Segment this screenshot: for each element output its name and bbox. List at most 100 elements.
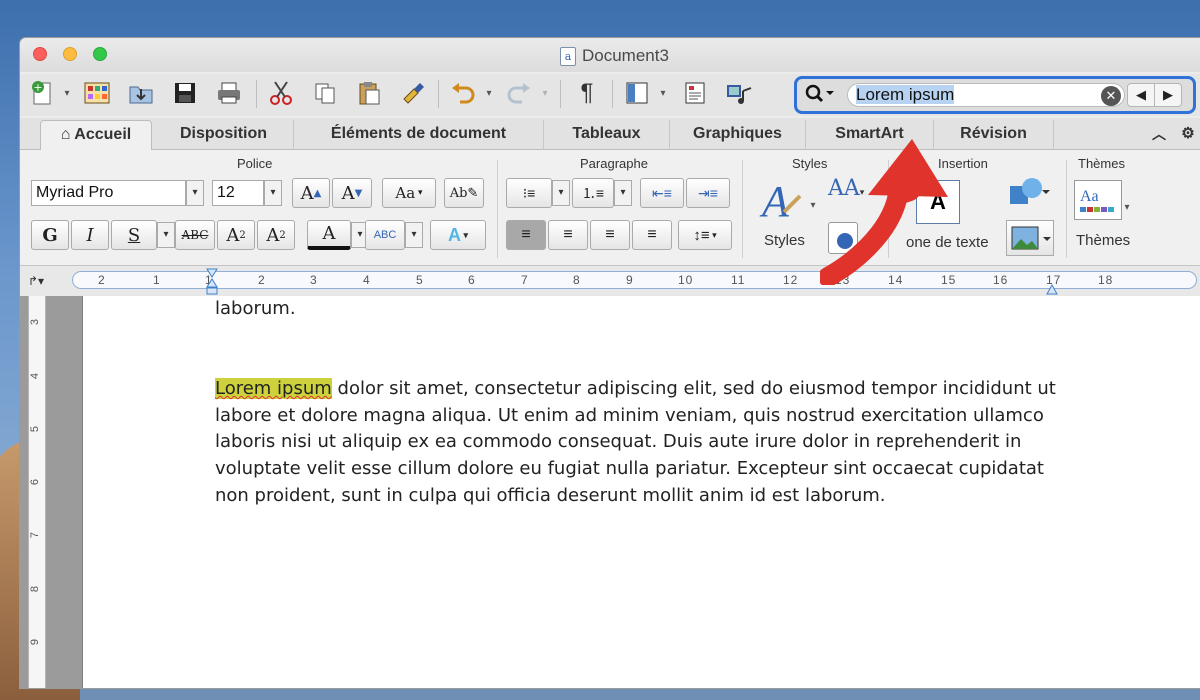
font-name-dropdown-icon[interactable]: ▾ (186, 180, 204, 206)
themes-icon[interactable]: Aa (1074, 180, 1122, 220)
paragraph-text: dolor sit amet, consectetur adipiscing e… (215, 378, 1056, 506)
search-input-value: Lorem ipsum (856, 85, 955, 104)
picture-icon[interactable] (1006, 220, 1054, 256)
collapse-ribbon-icon[interactable]: ︿ (1144, 120, 1174, 150)
tab-elements-de-document[interactable]: Éléments de document (294, 120, 544, 150)
underline-dropdown-icon[interactable]: ▾ (157, 222, 175, 248)
horizontal-ruler[interactable]: 2 1 1 2 3 4 5 6 7 8 9 10 11 12 13 14 15 16 17 18 (72, 271, 1197, 289)
toolbox-icon[interactable] (680, 78, 710, 108)
vertical-ruler-number: 5 (29, 425, 42, 433)
undo-dropdown-icon[interactable]: ▾ (482, 78, 496, 108)
vertical-ruler-number: 6 (29, 478, 42, 486)
group-separator (742, 160, 743, 258)
tab-disposition[interactable]: Disposition (154, 120, 294, 150)
search-input[interactable]: Lorem ipsum (847, 83, 1125, 107)
justify-icon[interactable]: ≡ (632, 220, 672, 250)
shapes-icon[interactable] (1008, 176, 1052, 208)
home-icon: ⌂ (60, 126, 75, 143)
styles-gallery-icon[interactable]: A (758, 172, 808, 226)
bold-icon[interactable]: G (31, 220, 69, 250)
ruler-row: ↱▾ 2 1 1 2 3 4 5 6 7 8 9 10 11 12 13 14 15 16 17 18 (20, 266, 1200, 296)
new-document-dropdown-icon[interactable]: ▾ (60, 78, 74, 108)
strikethrough-icon[interactable]: ABC (175, 220, 215, 250)
text-effects-icon[interactable]: A ▾ (430, 220, 486, 250)
ruler-number: 12 (783, 273, 799, 287)
vertical-ruler[interactable]: 3 4 5 6 7 8 9 (28, 296, 46, 688)
highlight-icon[interactable]: ABC (365, 220, 405, 250)
group-separator (497, 160, 498, 258)
numbering-icon[interactable]: ⒈≡ (572, 178, 614, 208)
tab-selector-icon[interactable]: ↱▾ (28, 274, 44, 288)
line-spacing-icon[interactable]: ↕≡ ▾ (678, 220, 732, 250)
copy-icon[interactable] (310, 78, 340, 108)
themes-dropdown-icon[interactable]: ▾ (1120, 192, 1134, 222)
tab-graphiques[interactable]: Graphiques (670, 120, 806, 150)
ruler-number: 7 (521, 273, 529, 287)
tab-accueil[interactable]: ⌂ Accueil (40, 120, 152, 150)
previous-result-button[interactable]: ◀ (1127, 83, 1155, 107)
numbering-dropdown-icon[interactable]: ▾ (614, 180, 632, 206)
gallery-icon[interactable] (82, 78, 112, 108)
word-window: a Document3 + ▾ ▾ ▾ ¶ ▾ Lorem ipsum ✕ ◀ … (20, 38, 1200, 688)
print-icon[interactable] (214, 78, 244, 108)
superscript-icon[interactable]: A2 (217, 220, 255, 250)
subscript-icon[interactable]: A2 (257, 220, 295, 250)
minimize-window-button[interactable] (63, 47, 77, 61)
ribbon-settings-icon[interactable]: ⚙ (1178, 120, 1198, 150)
decrease-indent-icon[interactable]: ⇤≡ (640, 178, 684, 208)
bullets-dropdown-icon[interactable]: ▾ (552, 180, 570, 206)
zoom-window-button[interactable] (93, 47, 107, 61)
grow-font-icon[interactable]: A ▲ (292, 178, 330, 208)
align-left-icon[interactable]: ≡ (506, 220, 546, 250)
search-highlight: Lorem ipsum (215, 378, 332, 399)
styles-dropdown-icon[interactable]: ▾ (806, 190, 820, 220)
document-page[interactable]: laborum. Lorem ipsum dolor sit amet, con… (82, 296, 1200, 688)
show-formatting-icon[interactable]: ¶ (572, 78, 602, 108)
body-paragraph: Lorem ipsum dolor sit amet, consectetur … (215, 376, 1075, 510)
clear-search-icon[interactable]: ✕ (1101, 86, 1121, 106)
close-window-button[interactable] (33, 47, 47, 61)
search-box[interactable]: Lorem ipsum ✕ ◀ ▶ (794, 76, 1196, 114)
sidebar-dropdown-icon[interactable]: ▾ (656, 78, 670, 108)
format-painter-icon[interactable] (398, 78, 428, 108)
italic-icon[interactable]: I (71, 220, 109, 250)
undo-icon[interactable] (448, 78, 478, 108)
font-name-field[interactable]: Myriad Pro (31, 180, 186, 206)
ruler-number: 4 (363, 273, 371, 287)
group-separator (1066, 160, 1067, 258)
ruler-number: 18 (1098, 273, 1114, 287)
bullets-icon[interactable]: ⁝≡ (506, 178, 552, 208)
open-folder-icon[interactable] (126, 78, 156, 108)
ruler-number: 10 (678, 273, 694, 287)
tab-tableaux[interactable]: Tableaux (544, 120, 670, 150)
next-result-button[interactable]: ▶ (1154, 83, 1182, 107)
font-color-icon[interactable]: A (307, 220, 351, 250)
window-title-text: Document3 (582, 46, 669, 65)
ruler-number: 1 (153, 273, 161, 287)
align-right-icon[interactable]: ≡ (590, 220, 630, 250)
increase-indent-icon[interactable]: ⇥≡ (686, 178, 730, 208)
paste-icon[interactable] (354, 78, 384, 108)
sidebar-view-icon[interactable] (622, 78, 652, 108)
vertical-ruler-number: 7 (29, 531, 42, 539)
media-browser-icon[interactable] (724, 78, 754, 108)
indent-marker-icon[interactable] (206, 268, 218, 298)
align-center-icon[interactable]: ≡ (548, 220, 588, 250)
highlight-dropdown-icon[interactable]: ▾ (405, 222, 423, 248)
ruler-number: 16 (993, 273, 1009, 287)
save-icon[interactable] (170, 78, 200, 108)
change-case-icon[interactable]: Aa ▾ (382, 178, 436, 208)
font-size-dropdown-icon[interactable]: ▾ (264, 180, 282, 206)
redo-dropdown-icon[interactable]: ▾ (538, 78, 552, 108)
shrink-font-icon[interactable]: A ▼ (332, 178, 372, 208)
cut-icon[interactable] (266, 78, 296, 108)
new-document-icon[interactable]: + (28, 78, 58, 108)
vertical-ruler-number: 4 (29, 372, 42, 380)
clear-formatting-icon[interactable]: Ab✎ (444, 178, 484, 208)
search-icon[interactable] (805, 83, 837, 110)
font-size-field[interactable]: 12 (212, 180, 264, 206)
vertical-ruler-number: 3 (29, 318, 42, 326)
right-indent-marker-icon[interactable] (1046, 282, 1058, 295)
redo-icon[interactable] (504, 78, 534, 108)
underline-icon[interactable]: S (111, 220, 157, 250)
